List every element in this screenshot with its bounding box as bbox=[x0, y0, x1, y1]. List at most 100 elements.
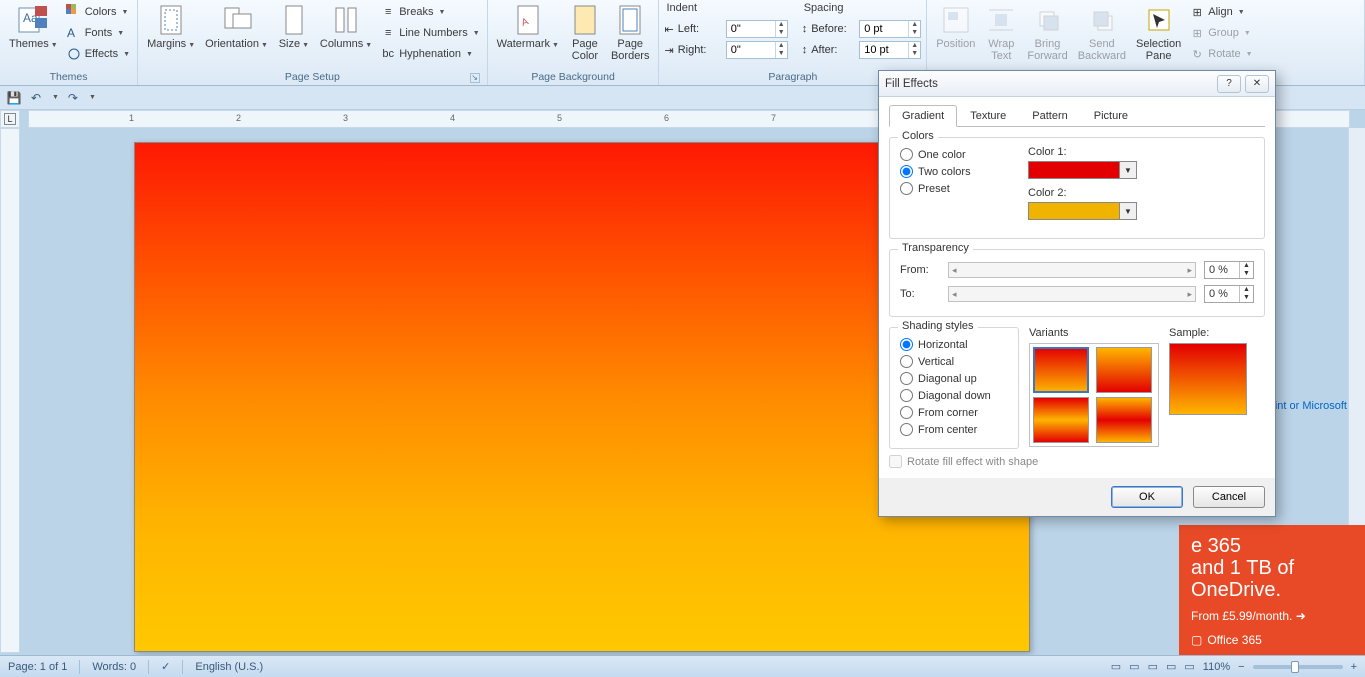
radio-preset[interactable]: Preset bbox=[900, 180, 1010, 197]
colors-button[interactable]: Colors▼ bbox=[64, 2, 132, 22]
ok-button[interactable]: OK bbox=[1111, 486, 1183, 508]
zoom-slider[interactable] bbox=[1253, 665, 1343, 669]
transparency-from-input[interactable]: 0 %▲▼ bbox=[1204, 261, 1254, 279]
radio-diagonal-down[interactable]: Diagonal down bbox=[900, 387, 1008, 404]
radio-one-color[interactable]: One color bbox=[900, 146, 1010, 163]
dialog-titlebar[interactable]: Fill Effects ? ✕ bbox=[879, 71, 1275, 97]
page-borders-button[interactable]: Page Borders bbox=[607, 2, 654, 64]
spacing-heading: Spacing bbox=[802, 2, 922, 18]
size-button[interactable]: Size▼ bbox=[274, 2, 314, 54]
fonts-button[interactable]: AFonts▼ bbox=[64, 23, 132, 43]
variant-4[interactable] bbox=[1096, 397, 1152, 443]
transparency-from-slider[interactable]: ◂▸ bbox=[948, 262, 1196, 278]
tab-picture[interactable]: Picture bbox=[1081, 105, 1141, 126]
spacing-before-icon: ↕ bbox=[802, 23, 808, 35]
send-backward-button: Send Backward bbox=[1074, 2, 1130, 64]
redo-icon[interactable]: ↷ bbox=[65, 90, 81, 106]
view-draft-icon[interactable]: ▭ bbox=[1184, 660, 1194, 673]
page-color-icon bbox=[569, 4, 601, 36]
orientation-button[interactable]: Orientation▼ bbox=[201, 2, 272, 54]
color-1-label: Color 1: bbox=[1028, 146, 1254, 158]
ribbon-group-themes: Aa Themes▼ Colors▼ AFonts▼ Effects▼ Them… bbox=[0, 0, 138, 85]
view-outline-icon[interactable]: ▭ bbox=[1166, 660, 1176, 673]
proofing-icon[interactable]: ✓ bbox=[161, 660, 170, 673]
tab-pattern[interactable]: Pattern bbox=[1019, 105, 1080, 126]
wrap-text-button: Wrap Text bbox=[981, 2, 1021, 64]
columns-button[interactable]: Columns▼ bbox=[316, 2, 376, 54]
radio-from-corner[interactable]: From corner bbox=[900, 404, 1008, 421]
variant-1[interactable] bbox=[1033, 347, 1089, 393]
help-button[interactable]: ? bbox=[1217, 75, 1241, 93]
radio-from-center[interactable]: From center bbox=[900, 421, 1008, 438]
color-2-picker[interactable]: ▼ bbox=[1028, 202, 1254, 220]
spacing-after-input[interactable]: ▲▼ bbox=[859, 41, 921, 59]
effects-button[interactable]: Effects▼ bbox=[64, 44, 132, 64]
line-numbers-button[interactable]: ≡Line Numbers▼ bbox=[378, 23, 481, 43]
save-icon[interactable]: 💾 bbox=[6, 90, 22, 106]
indent-left-icon: ⇤ bbox=[664, 23, 673, 36]
page-setup-launcher[interactable]: ↘ bbox=[470, 73, 480, 83]
dialog-title-text: Fill Effects bbox=[885, 78, 1213, 90]
zoom-in-button[interactable]: + bbox=[1351, 661, 1357, 673]
spacing-before-input[interactable]: ▲▼ bbox=[859, 20, 921, 38]
position-button: Position bbox=[932, 2, 979, 52]
backward-icon bbox=[1086, 4, 1118, 36]
rotate-fill-checkbox: Rotate fill effect with shape bbox=[889, 449, 1265, 468]
forward-icon bbox=[1032, 4, 1064, 36]
radio-two-colors[interactable]: Two colors bbox=[900, 163, 1010, 180]
watermark-button[interactable]: AWatermark▼ bbox=[493, 2, 563, 54]
themes-button[interactable]: Aa Themes▼ bbox=[5, 2, 62, 54]
selection-pane-button[interactable]: Selection Pane bbox=[1132, 2, 1185, 64]
chevron-down-icon[interactable]: ▼ bbox=[1120, 202, 1137, 220]
tab-texture[interactable]: Texture bbox=[957, 105, 1019, 126]
indent-left-input[interactable]: ▲▼ bbox=[726, 20, 788, 38]
colors-icon bbox=[66, 4, 82, 20]
tab-gradient[interactable]: Gradient bbox=[889, 105, 957, 127]
spacing-after-icon: ↕ bbox=[802, 44, 808, 56]
radio-diagonal-up[interactable]: Diagonal up bbox=[900, 370, 1008, 387]
radio-vertical[interactable]: Vertical bbox=[900, 353, 1008, 370]
qat-customize[interactable]: ▼ bbox=[89, 94, 96, 101]
arrow-right-icon: ➜ bbox=[1296, 609, 1306, 623]
ruler-corner[interactable]: L bbox=[0, 110, 20, 128]
status-page[interactable]: Page: 1 of 1 bbox=[8, 661, 67, 673]
page-color-button[interactable]: Page Color bbox=[565, 2, 605, 64]
undo-icon[interactable]: ↶ bbox=[28, 90, 44, 106]
status-words[interactable]: Words: 0 bbox=[92, 661, 136, 673]
sample-label: Sample: bbox=[1169, 327, 1249, 339]
zoom-level[interactable]: 110% bbox=[1203, 661, 1230, 673]
view-print-layout-icon[interactable]: ▭ bbox=[1111, 660, 1121, 673]
ruler-vertical[interactable] bbox=[0, 128, 20, 653]
undo-dropdown[interactable]: ▼ bbox=[52, 94, 59, 101]
close-button[interactable]: ✕ bbox=[1245, 75, 1269, 93]
rotate-button: ↻Rotate▼ bbox=[1187, 44, 1254, 64]
office-365-promo[interactable]: e 365and 1 TB ofOneDrive. From £5.99/mon… bbox=[1179, 525, 1365, 655]
radio-horizontal[interactable]: Horizontal bbox=[900, 336, 1008, 353]
group-title-page-bg: Page Background bbox=[493, 70, 654, 85]
hyphenation-button[interactable]: bcHyphenation▼ bbox=[378, 44, 481, 64]
transparency-to-input[interactable]: 0 %▲▼ bbox=[1204, 285, 1254, 303]
variant-3[interactable] bbox=[1033, 397, 1089, 443]
status-language[interactable]: English (U.S.) bbox=[195, 661, 263, 673]
themes-icon: Aa bbox=[17, 4, 49, 36]
cancel-button[interactable]: Cancel bbox=[1193, 486, 1265, 508]
selection-pane-icon bbox=[1143, 4, 1175, 36]
side-link[interactable]: int or Microsoft bbox=[1275, 400, 1347, 412]
margins-button[interactable]: Margins▼ bbox=[143, 2, 199, 54]
breaks-button[interactable]: ≡Breaks▼ bbox=[378, 2, 481, 22]
zoom-out-button[interactable]: − bbox=[1238, 661, 1244, 673]
status-bar: Page: 1 of 1 Words: 0 ✓ English (U.S.) ▭… bbox=[0, 655, 1365, 677]
ribbon-group-page-setup: Margins▼ Orientation▼ Size▼ Columns▼ ≡Br… bbox=[138, 0, 488, 85]
fonts-icon: A bbox=[66, 25, 82, 41]
hyphenation-icon: bc bbox=[380, 46, 396, 62]
indent-right-input[interactable]: ▲▼ bbox=[726, 41, 788, 59]
variant-2[interactable] bbox=[1096, 347, 1152, 393]
chevron-down-icon[interactable]: ▼ bbox=[1120, 161, 1137, 179]
color-1-picker[interactable]: ▼ bbox=[1028, 161, 1254, 179]
transparency-to-slider[interactable]: ◂▸ bbox=[948, 286, 1196, 302]
align-button[interactable]: ⊞Align▼ bbox=[1187, 2, 1254, 22]
view-web-icon[interactable]: ▭ bbox=[1148, 660, 1158, 673]
view-full-screen-icon[interactable]: ▭ bbox=[1129, 660, 1139, 673]
page-borders-icon bbox=[614, 4, 646, 36]
margins-icon bbox=[155, 4, 187, 36]
